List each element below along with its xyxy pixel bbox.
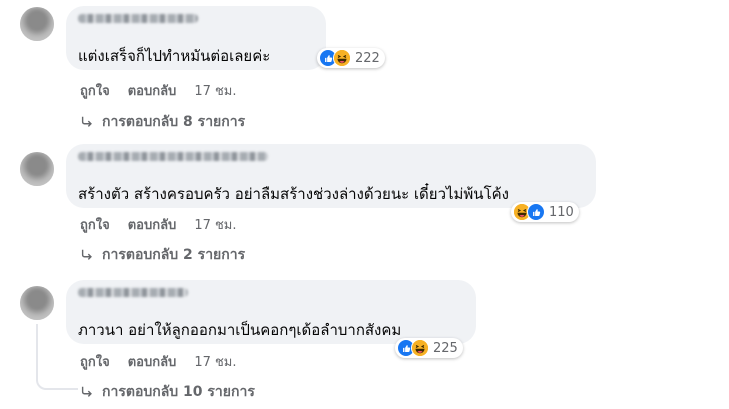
thumbs-up-icon: [527, 203, 545, 221]
like-link[interactable]: ถูกใจ: [80, 351, 110, 372]
reply-arrow-icon: [80, 385, 94, 399]
reply-arrow-icon: [80, 115, 94, 129]
reaction-count: 110: [549, 204, 574, 220]
avatar[interactable]: [20, 152, 54, 186]
reply-link[interactable]: ตอบกลับ: [128, 214, 177, 235]
replies-label: การตอบกลับ 2 รายการ: [102, 247, 246, 263]
timestamp[interactable]: 17 ชม.: [194, 80, 236, 101]
comment-bubble: ภาวนา อย่าให้ลูกออกมาเป็นคอกๆเด้อลำบากสั…: [66, 280, 476, 344]
reply-link[interactable]: ตอบกลับ: [128, 351, 177, 372]
comment-text: แต่งเสร็จก็ไปทำหมันต่อเลยค่ะ: [78, 47, 271, 65]
avatar[interactable]: [20, 7, 54, 41]
timestamp[interactable]: 17 ชม.: [194, 214, 236, 235]
like-link[interactable]: ถูกใจ: [80, 214, 110, 235]
timestamp[interactable]: 17 ชม.: [194, 351, 236, 372]
comment-bubble: สร้างตัว สร้างครอบครัว อย่าลืมสร้างช่วงล…: [66, 144, 596, 208]
reaction-summary[interactable]: 225: [395, 338, 463, 358]
reply-arrow-icon: [80, 248, 94, 262]
comment-bubble: แต่งเสร็จก็ไปทำหมันต่อเลยค่ะ: [66, 6, 326, 70]
comment-item: สร้างตัว สร้างครอบครัว อย่าลืมสร้างช่วงล…: [0, 137, 729, 272]
comment-text: ภาวนา อย่าให้ลูกออกมาเป็นคอกๆเด้อลำบากสั…: [78, 321, 402, 339]
laughing-face-icon: [333, 49, 351, 67]
commenter-name-redacted[interactable]: [78, 288, 188, 297]
laughing-face-icon: [411, 339, 429, 357]
commenter-name-redacted[interactable]: [78, 14, 198, 23]
reply-link[interactable]: ตอบกลับ: [128, 80, 177, 101]
comment-actions: ถูกใจ ตอบกลับ 17 ชม.: [80, 80, 237, 101]
reaction-summary[interactable]: 110: [511, 202, 579, 222]
view-replies-button[interactable]: การตอบกลับ 8 รายการ: [80, 111, 245, 133]
reaction-count: 222: [355, 50, 380, 66]
avatar[interactable]: [20, 286, 54, 320]
reaction-count: 225: [433, 340, 458, 356]
replies-label: การตอบกลับ 8 รายการ: [102, 114, 246, 130]
like-link[interactable]: ถูกใจ: [80, 80, 110, 101]
reaction-summary[interactable]: 222: [317, 48, 385, 68]
comment-item: แต่งเสร็จก็ไปทำหมันต่อเลยค่ะ 222 ถูกใจ ต…: [0, 0, 729, 135]
view-replies-button[interactable]: การตอบกลับ 2 รายการ: [80, 244, 245, 266]
view-replies-button[interactable]: การตอบกลับ 10 รายการ: [80, 381, 255, 403]
comment-actions: ถูกใจ ตอบกลับ 17 ชม.: [80, 351, 237, 372]
comment-item: ภาวนา อย่าให้ลูกออกมาเป็นคอกๆเด้อลำบากสั…: [0, 274, 729, 409]
comment-actions: ถูกใจ ตอบกลับ 17 ชม.: [80, 214, 237, 235]
comment-text: สร้างตัว สร้างครอบครัว อย่าลืมสร้างช่วงล…: [78, 185, 509, 203]
commenter-name-redacted[interactable]: [78, 152, 268, 161]
replies-label: การตอบกลับ 10 รายการ: [102, 384, 255, 400]
